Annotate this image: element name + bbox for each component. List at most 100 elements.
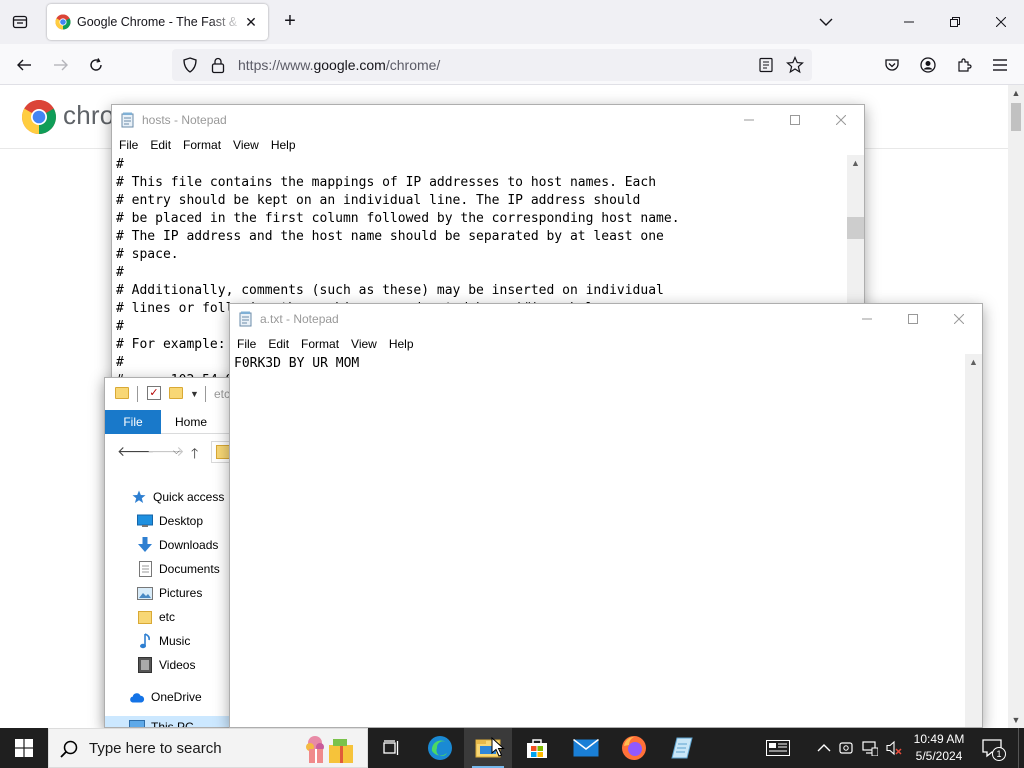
chrome-logo-icon[interactable] xyxy=(21,99,57,135)
firefox-icon[interactable] xyxy=(610,728,658,768)
notepad-taskbar-icon[interactable] xyxy=(658,728,706,768)
minimize-icon[interactable] xyxy=(886,0,932,44)
minimize-icon[interactable] xyxy=(844,304,890,334)
properties-check-icon[interactable]: ✓ xyxy=(147,386,161,400)
menu-edit[interactable]: Edit xyxy=(144,135,177,155)
up-arrow-icon[interactable]: 🡑 xyxy=(191,443,198,467)
url-text[interactable]: https://www.google.com/chrome/ xyxy=(238,57,440,73)
lock-icon[interactable] xyxy=(210,56,226,74)
scroll-up-icon[interactable]: ▲ xyxy=(965,354,982,371)
nav-videos[interactable]: Videos xyxy=(105,654,243,676)
extensions-puzzle-icon[interactable] xyxy=(952,53,976,77)
title-bar[interactable]: hosts - Notepad xyxy=(112,105,864,135)
vertical-scrollbar[interactable]: ▲ xyxy=(965,354,982,727)
taskbar-search-box[interactable]: Type here to search xyxy=(48,728,368,768)
menu-file[interactable]: File xyxy=(113,135,144,155)
close-icon[interactable] xyxy=(818,105,864,135)
nav-pictures[interactable]: Pictures xyxy=(105,582,243,604)
network-icon[interactable] xyxy=(862,740,878,756)
restore-icon[interactable] xyxy=(932,0,978,44)
task-view-icon[interactable] xyxy=(368,728,416,768)
edge-icon[interactable] xyxy=(416,728,464,768)
scrollbar-thumb[interactable] xyxy=(1011,103,1021,131)
scroll-down-icon[interactable]: ▼ xyxy=(1008,712,1024,728)
recent-locations-chevron-icon[interactable]: ⌵ xyxy=(173,446,180,457)
account-icon[interactable] xyxy=(916,53,940,77)
search-highlight-gifts-icon[interactable] xyxy=(303,733,361,765)
text-line: # entry should be kept on an individual … xyxy=(116,193,641,208)
scroll-up-icon[interactable]: ▲ xyxy=(1008,85,1024,101)
url-domain: google.com xyxy=(313,57,386,73)
menu-bar: File Edit Format View Help xyxy=(112,135,864,155)
bookmark-star-icon[interactable] xyxy=(786,56,804,74)
nav-downloads[interactable]: Downloads xyxy=(105,534,243,556)
search-icon xyxy=(60,740,78,758)
tab-strip: Google Chrome - The Fast & Secure Web Br… xyxy=(0,0,1024,44)
firefox-view-icon[interactable] xyxy=(8,10,32,34)
menu-edit[interactable]: Edit xyxy=(262,334,295,354)
menu-format[interactable]: Format xyxy=(295,334,345,354)
windows-start-icon[interactable] xyxy=(0,728,48,768)
reader-view-icon[interactable] xyxy=(758,57,774,73)
tab-close-icon[interactable]: ✕ xyxy=(242,13,260,31)
maximize-icon[interactable] xyxy=(772,105,818,135)
mail-icon[interactable] xyxy=(562,728,610,768)
nav-etc[interactable]: etc xyxy=(105,606,243,628)
customize-dropdown-icon[interactable]: ▼ xyxy=(190,389,199,399)
chrome-favicon-icon xyxy=(55,14,71,30)
forward-arrow-icon[interactable] xyxy=(49,53,73,77)
chevron-down-icon[interactable] xyxy=(817,13,835,31)
nav-label: Quick access xyxy=(153,490,225,504)
new-folder-icon[interactable] xyxy=(169,387,183,399)
new-tab-icon[interactable]: + xyxy=(280,11,300,33)
maximize-icon[interactable] xyxy=(890,304,936,334)
nav-desktop[interactable]: Desktop xyxy=(105,510,243,532)
reload-icon[interactable] xyxy=(84,53,108,77)
chevron-up-icon[interactable] xyxy=(816,740,832,756)
tracking-protection-shield-icon[interactable] xyxy=(182,57,198,73)
microsoft-store-icon[interactable] xyxy=(513,728,561,768)
menu-view[interactable]: View xyxy=(227,135,265,155)
folder-icon xyxy=(137,609,153,625)
notepad-icon xyxy=(121,112,134,128)
menu-file[interactable]: File xyxy=(231,334,262,354)
window-title: hosts - Notepad xyxy=(142,113,227,127)
nav-this-pc[interactable]: This PC xyxy=(105,716,243,727)
url-prefix: https://www. xyxy=(238,57,314,73)
minimize-icon[interactable] xyxy=(726,105,772,135)
nav-music[interactable]: Music xyxy=(105,630,243,652)
news-widget-icon[interactable] xyxy=(766,740,790,756)
scroll-up-icon[interactable]: ▲ xyxy=(847,155,864,172)
back-arrow-icon[interactable] xyxy=(12,53,36,77)
nav-documents[interactable]: Documents xyxy=(105,558,243,580)
page-scrollbar[interactable]: ▲ ▼ xyxy=(1008,85,1024,728)
desktop-icon xyxy=(137,513,153,529)
window-title: etc xyxy=(214,387,231,401)
folder-icon xyxy=(115,387,129,399)
hamburger-menu-icon[interactable] xyxy=(988,53,1012,77)
clock[interactable]: 10:49 AM 5/5/2024 xyxy=(904,731,974,765)
nav-onedrive[interactable]: OneDrive xyxy=(105,686,243,708)
menu-format[interactable]: Format xyxy=(177,135,227,155)
text-editor[interactable]: F0RK3D BY UR MOM xyxy=(234,355,359,373)
pocket-icon[interactable] xyxy=(880,53,904,77)
text-line: # This file contains the mappings of IP … xyxy=(116,175,657,190)
menu-help[interactable]: Help xyxy=(383,334,420,354)
url-bar[interactable]: https://www.google.com/chrome/ xyxy=(172,49,812,81)
ribbon-home-tab[interactable]: Home xyxy=(175,410,207,434)
videos-icon xyxy=(137,657,153,673)
menu-view[interactable]: View xyxy=(345,334,383,354)
ribbon-file-tab[interactable]: File xyxy=(105,410,161,434)
volume-muted-icon[interactable] xyxy=(886,740,902,756)
browser-tab[interactable]: Google Chrome - The Fast & Secure Web Br… xyxy=(47,4,268,40)
title-bar[interactable]: a.txt - Notepad xyxy=(230,304,982,334)
show-desktop-button[interactable] xyxy=(1018,728,1024,768)
menu-help[interactable]: Help xyxy=(265,135,302,155)
nav-quick-access[interactable]: Quick access xyxy=(105,486,243,508)
scrollbar-thumb[interactable] xyxy=(847,217,864,239)
nav-label: Documents xyxy=(159,562,220,576)
close-icon[interactable] xyxy=(978,0,1024,44)
close-icon[interactable] xyxy=(936,304,982,334)
security-shield-icon[interactable] xyxy=(838,740,854,756)
taskbar: Type here to search 10:49 AM 5/5/2024 1 xyxy=(0,728,1024,768)
